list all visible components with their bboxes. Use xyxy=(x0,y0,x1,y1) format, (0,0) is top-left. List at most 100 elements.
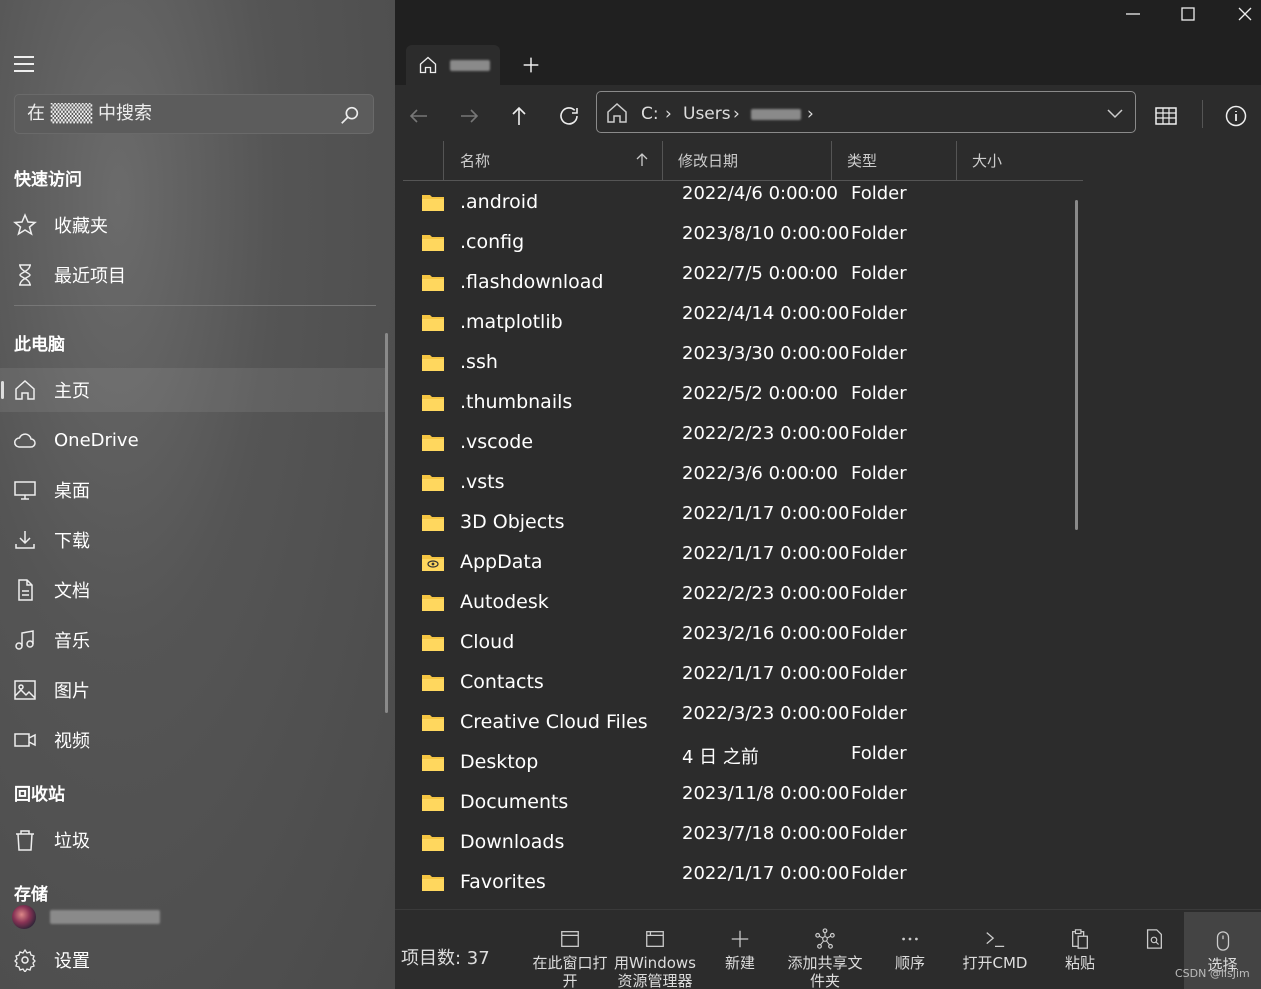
file-name: .matplotlib xyxy=(460,311,563,333)
column-header-name[interactable]: 名称 xyxy=(460,150,490,171)
minimize-icon[interactable] xyxy=(1123,4,1143,24)
table-row[interactable]: .thumbnails 2022/5/2 0:00:00 Folder xyxy=(403,382,1083,422)
folder-icon xyxy=(422,355,444,371)
column-header-modified[interactable]: 修改日期 xyxy=(678,150,738,171)
table-row[interactable]: .android 2022/4/6 0:00:00 Folder xyxy=(403,182,1083,222)
table-row[interactable]: .vscode 2022/2/23 0:00:00 Folder xyxy=(403,422,1083,462)
close-icon[interactable] xyxy=(1235,4,1255,24)
refresh-icon[interactable] xyxy=(557,104,581,128)
sort-up-arrow-icon[interactable] xyxy=(634,152,650,168)
breadcrumb-separator: › xyxy=(807,104,814,124)
blurred-breadcrumb-user[interactable] xyxy=(751,109,801,120)
home-icon xyxy=(15,379,35,400)
search-input[interactable] xyxy=(27,103,327,124)
table-row[interactable]: .matplotlib 2022/4/14 0:00:00 Folder xyxy=(403,302,1083,342)
file-type: Folder xyxy=(851,503,907,524)
forward-arrow-icon[interactable] xyxy=(457,104,481,128)
table-row[interactable]: Cloud 2023/2/16 0:00:00 Folder xyxy=(403,622,1083,662)
sidebar-item-label: 下载 xyxy=(54,531,90,552)
table-row[interactable]: .flashdownload 2022/7/5 0:00:00 Folder xyxy=(403,262,1083,302)
sidebar-item-music[interactable]: 音乐 xyxy=(0,618,388,662)
open-explorer-button[interactable]: 用Windows资源管理器 xyxy=(613,928,697,989)
home-icon xyxy=(419,56,437,74)
table-row[interactable]: 3D Objects 2022/1/17 0:00:00 Folder xyxy=(403,502,1083,542)
new-tab-button[interactable] xyxy=(520,54,542,76)
avatar[interactable] xyxy=(12,905,36,929)
file-modified-date: 2023/7/18 0:00:00 xyxy=(682,823,850,844)
sidebar-item-downloads[interactable]: 下载 xyxy=(0,518,388,562)
file-name: Cloud xyxy=(460,631,515,653)
open-cmd-button[interactable]: 打开CMD xyxy=(953,928,1037,989)
breadcrumb-drive[interactable]: C: xyxy=(641,104,659,124)
table-row[interactable]: Desktop 4 日 之前 Folder xyxy=(403,742,1083,782)
file-modified-date: 2022/2/23 0:00:00 xyxy=(682,423,850,444)
search-box[interactable] xyxy=(14,94,374,134)
breadcrumb-users[interactable]: Users xyxy=(683,104,731,124)
tab-home[interactable] xyxy=(406,45,500,85)
sidebar-scrollbar[interactable] xyxy=(385,333,388,713)
paste-button[interactable]: 粘贴 xyxy=(1038,928,1122,989)
maximize-icon[interactable] xyxy=(1178,4,1198,24)
sidebar-item-label: 垃圾 xyxy=(54,831,90,852)
sidebar-item-pictures[interactable]: 图片 xyxy=(0,668,388,712)
info-icon[interactable] xyxy=(1224,104,1248,128)
sidebar-item-recent[interactable]: 最近项目 xyxy=(0,253,388,297)
search-icon[interactable] xyxy=(339,104,361,126)
sidebar-item-trash[interactable]: 垃圾 xyxy=(0,818,388,862)
folder-icon xyxy=(422,835,444,851)
trash-icon xyxy=(16,830,34,851)
back-arrow-icon[interactable] xyxy=(407,104,431,128)
file-name: 3D Objects xyxy=(460,511,565,533)
up-arrow-icon[interactable] xyxy=(507,104,531,128)
file-type: Folder xyxy=(851,863,907,884)
column-separator[interactable] xyxy=(662,141,663,181)
sidebar-item-onedrive[interactable]: OneDrive xyxy=(0,418,388,462)
sidebar-item-documents[interactable]: 文档 xyxy=(0,568,388,612)
file-modified-date: 2023/11/8 0:00:00 xyxy=(682,783,850,804)
table-row[interactable]: AppData 2022/1/17 0:00:00 Folder xyxy=(403,542,1083,582)
column-separator[interactable] xyxy=(956,141,957,181)
file-name: Autodesk xyxy=(460,591,549,613)
folder-icon xyxy=(422,315,444,331)
sidebar-item-desktop[interactable]: 桌面 xyxy=(0,468,388,512)
grid-view-icon[interactable] xyxy=(1154,104,1178,128)
table-row[interactable]: Contacts 2022/1/17 0:00:00 Folder xyxy=(403,662,1083,702)
file-list-scrollbar[interactable] xyxy=(1075,200,1078,530)
table-row[interactable]: Downloads 2023/7/18 0:00:00 Folder xyxy=(403,822,1083,862)
column-header-size[interactable]: 大小 xyxy=(972,150,1002,171)
document-icon xyxy=(18,579,33,601)
sidebar-item-home[interactable]: 主页 xyxy=(0,368,388,412)
chevron-down-icon[interactable] xyxy=(1105,103,1125,123)
sidebar-item-videos[interactable]: 视频 xyxy=(0,718,388,762)
cloud-icon xyxy=(14,433,36,448)
table-row[interactable]: Creative Cloud Files 2022/3/23 0:00:00 Fol… xyxy=(403,702,1083,742)
file-type: Folder xyxy=(851,263,907,284)
new-button[interactable]: 新建 xyxy=(698,928,782,989)
table-row[interactable]: Documents 2023/11/8 0:00:00 Folder xyxy=(403,782,1083,822)
file-name: Downloads xyxy=(460,831,565,853)
column-separator[interactable] xyxy=(831,141,832,181)
file-modified-date: 2023/8/10 0:00:00 xyxy=(682,223,850,244)
add-shared-folder-button[interactable]: 添加共享文件夹 xyxy=(783,928,867,989)
column-header-type[interactable]: 类型 xyxy=(847,150,877,171)
table-row[interactable]: Favorites 2022/1/17 0:00:00 Folder xyxy=(403,862,1083,902)
file-name: Favorites xyxy=(460,871,546,893)
file-type: Folder xyxy=(851,743,907,764)
explorer-icon xyxy=(646,931,664,947)
file-modified-date: 2022/5/2 0:00:00 xyxy=(682,383,838,404)
file-modified-date: 2023/3/30 0:00:00 xyxy=(682,343,850,364)
storage-header: 存储 xyxy=(14,885,48,905)
blurred-user-name xyxy=(50,910,160,924)
sidebar-item-favorites[interactable]: 收藏夹 xyxy=(0,203,388,247)
sidebar-item-settings[interactable]: 设置 xyxy=(0,938,388,982)
table-row[interactable]: Autodesk 2022/2/23 0:00:00 Folder xyxy=(403,582,1083,622)
table-row[interactable]: .ssh 2023/3/30 0:00:00 Folder xyxy=(403,342,1083,382)
address-bar[interactable]: C: › Users › › xyxy=(596,91,1136,133)
sidebar-item-label: OneDrive xyxy=(54,429,139,451)
table-row[interactable]: .config 2023/8/10 0:00:00 Folder xyxy=(403,222,1083,262)
file-modified-date: 2022/4/6 0:00:00 xyxy=(682,183,838,204)
table-row[interactable]: .vsts 2022/3/6 0:00:00 Folder xyxy=(403,462,1083,502)
menu-icon[interactable] xyxy=(14,56,34,72)
open-here-button[interactable]: 在此窗口打开 xyxy=(528,928,612,989)
sort-order-button[interactable]: 顺序 xyxy=(868,928,952,989)
